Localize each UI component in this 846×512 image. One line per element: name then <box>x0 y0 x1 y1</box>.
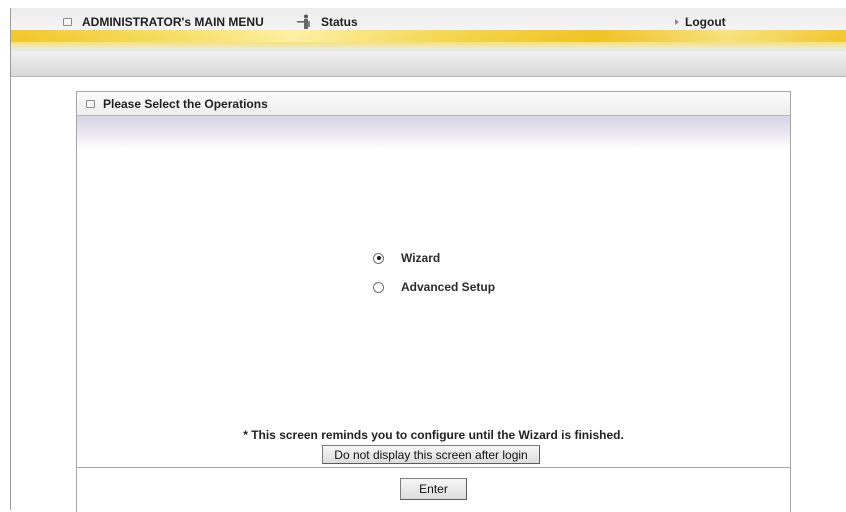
status-label: Status <box>321 15 358 29</box>
panel-title: Please Select the Operations <box>103 96 268 111</box>
arrow-right-icon <box>675 19 679 25</box>
panel-header: Please Select the Operations <box>77 92 790 116</box>
gold-accent-stripe <box>11 30 846 50</box>
wizard-radio[interactable] <box>373 252 384 264</box>
logout-link[interactable]: Logout <box>675 15 726 29</box>
wizard-option[interactable]: Wizard <box>373 251 440 265</box>
enter-button[interactable]: Enter <box>400 478 467 500</box>
advanced-setup-radio[interactable] <box>373 281 384 293</box>
main-menu-link[interactable]: ADMINISTRATOR's MAIN MENU <box>63 15 264 29</box>
square-bullet-icon <box>86 99 95 108</box>
panel-divider <box>77 467 790 468</box>
wizard-reminder-text: * This screen reminds you to configure u… <box>243 428 624 442</box>
sub-bar <box>11 51 846 77</box>
do-not-display-button[interactable]: Do not display this screen after login <box>322 445 540 464</box>
wizard-label: Wizard <box>401 251 441 265</box>
top-menu-bar: ADMINISTRATOR's MAIN MENU Status Logout <box>10 8 846 77</box>
square-bullet-icon <box>63 18 72 26</box>
left-border-line <box>10 76 11 510</box>
status-link[interactable]: Status <box>295 14 358 30</box>
advanced-setup-label: Advanced Setup <box>401 280 496 294</box>
operations-panel: Please Select the Operations Wizard Adva… <box>76 91 791 512</box>
logout-label: Logout <box>685 15 726 29</box>
header-gradient-band <box>77 116 790 150</box>
status-person-icon <box>295 14 313 30</box>
main-menu-label: ADMINISTRATOR's MAIN MENU <box>82 15 264 29</box>
advanced-setup-option[interactable]: Advanced Setup <box>373 280 495 294</box>
